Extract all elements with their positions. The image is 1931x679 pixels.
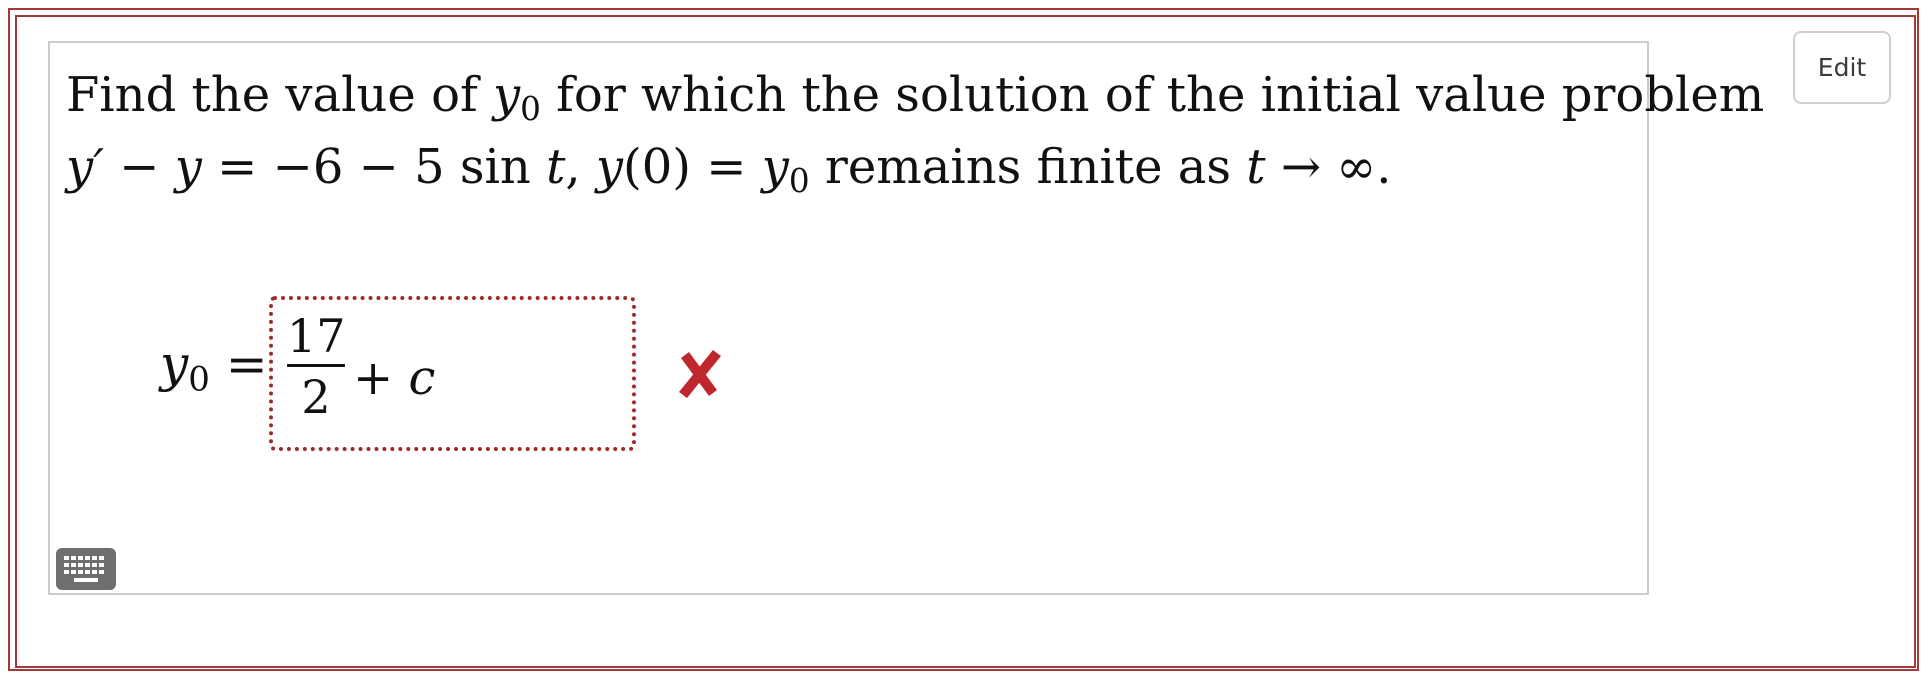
initial-condition-arg: (0) = [623, 139, 762, 195]
answer-label: y0 = [160, 335, 268, 400]
question-text: for which the solution of the initial va… [540, 67, 1765, 123]
keyboard-icon [64, 556, 104, 582]
question-panel: Find the value of y0 for which the solut… [48, 41, 1764, 595]
comma: , [565, 139, 596, 195]
subscript-0: 0 [188, 359, 210, 400]
fraction-bar [287, 364, 345, 368]
initial-condition-fn: y [595, 139, 623, 195]
constant-c: c [408, 350, 436, 406]
edit-button[interactable]: Edit [1793, 31, 1891, 104]
equals-sign: = [209, 335, 268, 393]
fraction-numerator: 17 [287, 309, 346, 363]
ode-rhs: = −6 − 5 sin [201, 139, 547, 195]
var-y: y [761, 139, 789, 195]
var-t: t [1246, 139, 1266, 195]
x-mark-icon [679, 350, 721, 398]
var-t: t [546, 139, 566, 195]
keyboard-button[interactable] [56, 548, 116, 590]
var-y: y [160, 335, 189, 393]
subscript-0: 0 [788, 162, 810, 201]
fraction-denominator: 2 [301, 370, 331, 425]
question-text: Find the value of [66, 67, 494, 123]
limit-text: → ∞. [1265, 139, 1392, 195]
answer-fraction: 17 2 [287, 309, 346, 425]
subscript-0: 0 [520, 90, 541, 129]
question-text: remains finite as [809, 139, 1247, 195]
ode-lhs: y′ − y [66, 139, 202, 195]
answer-rest: + c [353, 350, 435, 406]
plus-sign: + [353, 350, 409, 406]
var-y: y [493, 67, 521, 123]
question-text-line-2: y′ − y = −6 − 5 sin t, y(0) = y0 remains… [66, 143, 1392, 198]
question-text-line-1: Find the value of y0 for which the solut… [66, 71, 1764, 126]
answer-input[interactable]: 17 2 + c [269, 296, 636, 451]
